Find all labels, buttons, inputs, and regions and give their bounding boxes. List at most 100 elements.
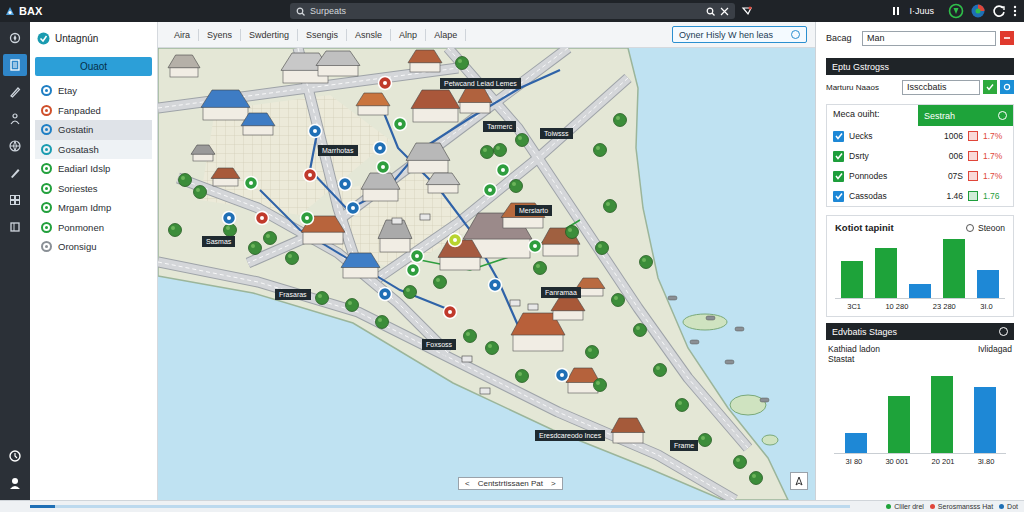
rail-item[interactable] xyxy=(3,162,27,184)
chart-bar[interactable] xyxy=(974,387,996,453)
rail-item[interactable] xyxy=(3,27,27,49)
map-pin-icon[interactable] xyxy=(482,182,498,198)
map-label[interactable]: Tarmerc xyxy=(483,121,516,132)
chart-subtitle: Kathiad ladonStastat xyxy=(828,344,880,364)
chart-bar[interactable] xyxy=(931,376,953,453)
sidebar-item[interactable]: Ponmonen xyxy=(35,218,152,238)
map-tab[interactable]: Syens xyxy=(199,29,241,41)
map-tab[interactable]: Asnsle xyxy=(347,29,391,41)
map-label[interactable]: Frasaras xyxy=(275,289,311,300)
map-label[interactable]: Petwcand Leiad Lemes xyxy=(440,78,521,89)
map-label[interactable]: Toiwsss xyxy=(540,128,573,139)
map-tab[interactable]: Ssengis xyxy=(298,29,347,41)
map-pin-icon[interactable] xyxy=(487,277,503,293)
map-pin-icon[interactable] xyxy=(527,238,543,254)
map-pin-icon[interactable] xyxy=(377,75,393,91)
map-pin-icon[interactable] xyxy=(299,210,315,226)
map-pin-icon[interactable] xyxy=(405,262,421,278)
map-pin-icon[interactable] xyxy=(442,304,458,320)
map-pin-icon[interactable] xyxy=(302,167,318,183)
refresh-icon[interactable] xyxy=(992,4,1006,18)
rail-item[interactable] xyxy=(3,81,27,103)
map-action-button[interactable]: Oyner Hisly W hen leas xyxy=(672,26,807,43)
prev-button[interactable]: < xyxy=(465,479,470,488)
chart-bar[interactable] xyxy=(841,261,863,298)
filter-field[interactable] xyxy=(902,80,980,95)
map-pin-icon[interactable] xyxy=(554,367,570,383)
search-go-icon[interactable] xyxy=(706,7,715,16)
table-row[interactable]: Cassodas1.461.76 xyxy=(827,186,1013,206)
map-pin-icon[interactable] xyxy=(221,210,237,226)
map-label[interactable]: Marrhotas xyxy=(318,145,358,156)
row-checkbox[interactable] xyxy=(833,131,844,142)
sidebar-item[interactable]: Eadiarl Idslp xyxy=(35,159,152,179)
sidebar-item[interactable]: Soriestes xyxy=(35,179,152,199)
map-pin-icon[interactable] xyxy=(372,140,388,156)
table-row[interactable]: Dsrty0061.7% xyxy=(827,146,1013,166)
rail-item[interactable] xyxy=(3,135,27,157)
chart-bar[interactable] xyxy=(888,396,910,453)
rail-item[interactable] xyxy=(3,216,27,238)
table-row[interactable]: Uecks10061.7% xyxy=(827,126,1013,146)
clear-button[interactable] xyxy=(1000,31,1014,45)
sidebar-list: EtayFanpadedGostatinGosatashEadiarl Idsl… xyxy=(35,81,152,257)
map-label[interactable]: Fanramaa xyxy=(541,287,581,298)
map-pin-icon[interactable] xyxy=(345,200,361,216)
map-pin-icon[interactable] xyxy=(377,286,393,302)
sidebar-item[interactable]: Gostatin xyxy=(35,120,152,140)
map-label[interactable]: Sasmas xyxy=(202,236,235,247)
filter-icon[interactable] xyxy=(741,5,753,17)
map-tab[interactable]: Aira xyxy=(166,29,199,41)
chart-bar[interactable] xyxy=(875,248,897,298)
sidebar-item[interactable]: Oronsigu xyxy=(35,237,152,257)
map-pin-icon[interactable] xyxy=(375,159,391,175)
map-label[interactable]: Frame xyxy=(670,440,698,451)
sidebar-item[interactable]: Etay xyxy=(35,81,152,101)
map-tab[interactable]: Swderting xyxy=(241,29,298,41)
apply-button[interactable] xyxy=(983,80,997,94)
axis-label: 3I 80 xyxy=(846,457,863,466)
map-pin-icon[interactable] xyxy=(243,175,259,191)
map-pin-icon[interactable] xyxy=(447,232,463,248)
clear-icon[interactable] xyxy=(720,7,729,16)
search-field[interactable] xyxy=(862,31,996,46)
chart-bar[interactable] xyxy=(977,270,999,298)
map-pin-icon[interactable] xyxy=(495,162,511,178)
map-pin-icon[interactable] xyxy=(392,116,408,132)
chart-bar[interactable] xyxy=(845,433,867,453)
sidebar-item[interactable]: Gosatash xyxy=(35,140,152,160)
sidebar-item[interactable]: Mrgam Idmp xyxy=(35,198,152,218)
locate-button[interactable] xyxy=(790,472,808,490)
primary-button[interactable]: Ouaot xyxy=(35,57,152,76)
sidebar-item[interactable]: Fanpaded xyxy=(35,101,152,121)
table-row[interactable]: Ponnodes07S1.7% xyxy=(827,166,1013,186)
rail-item[interactable] xyxy=(3,54,27,76)
refresh-button[interactable] xyxy=(1000,80,1014,94)
row-checkbox[interactable] xyxy=(833,151,844,162)
notification-icon[interactable] xyxy=(970,3,986,19)
chart-bar[interactable] xyxy=(909,284,931,298)
next-button[interactable]: > xyxy=(551,479,556,488)
map-pin-icon[interactable] xyxy=(337,176,353,192)
map-pin-icon[interactable] xyxy=(254,210,270,226)
map-label[interactable]: Eresdcareodo Inces xyxy=(535,430,605,441)
map-tab[interactable]: Alape xyxy=(426,29,466,41)
chart-bar[interactable] xyxy=(943,239,965,298)
map-label[interactable]: Mersiarto xyxy=(515,205,552,216)
map-label[interactable]: Foxsoss xyxy=(422,339,456,350)
map-tab[interactable]: Alnp xyxy=(391,29,426,41)
rail-item[interactable] xyxy=(3,472,27,494)
rail-item[interactable] xyxy=(3,445,27,467)
status-icon[interactable] xyxy=(948,3,964,19)
rail-item[interactable] xyxy=(3,189,27,211)
row-checkbox[interactable] xyxy=(833,191,844,202)
search-input[interactable] xyxy=(310,6,701,16)
more-icon[interactable] xyxy=(1012,4,1018,18)
map-canvas[interactable] xyxy=(158,48,815,500)
map-pin-icon[interactable] xyxy=(409,248,425,264)
pause-icon[interactable] xyxy=(891,6,901,16)
map-pin-icon[interactable] xyxy=(307,123,323,139)
row-checkbox[interactable] xyxy=(833,171,844,182)
rail-item[interactable] xyxy=(3,108,27,130)
map-view[interactable]: Petwcand Leiad Lemes Tarmerc Toiwsss Marrho… xyxy=(158,48,815,500)
